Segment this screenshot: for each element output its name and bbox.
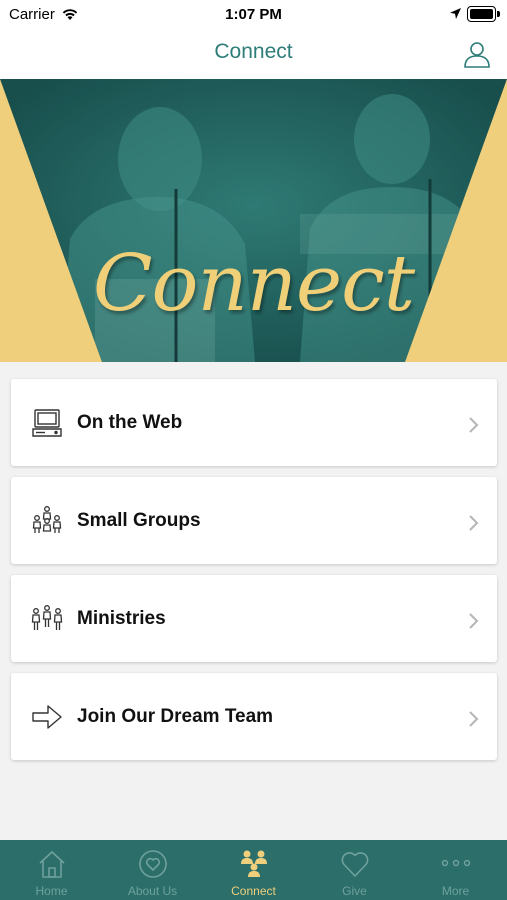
tab-label: Connect xyxy=(231,884,276,898)
chevron-right-icon xyxy=(467,612,479,635)
computer-icon xyxy=(31,407,63,439)
list-item-on-the-web[interactable]: On the Web xyxy=(11,379,497,466)
list-item-join-our-dream-team[interactable]: Join Our Dream Team xyxy=(11,673,497,760)
list-item-label: On the Web xyxy=(77,412,183,433)
home-icon xyxy=(37,849,67,884)
tab-more[interactable]: More xyxy=(405,840,506,900)
list-item-label: Join Our Dream Team xyxy=(77,706,274,727)
connect-people-icon xyxy=(237,849,271,884)
tab-label: Home xyxy=(35,884,68,898)
list-item-label: Ministries xyxy=(77,608,166,629)
tab-label: More xyxy=(441,884,470,898)
more-dots-icon xyxy=(439,849,473,884)
navigation-bar: Connect xyxy=(0,28,507,79)
tab-give[interactable]: Give xyxy=(304,840,405,900)
hero-title: Connect xyxy=(92,239,415,329)
tab-connect[interactable]: Connect xyxy=(203,840,304,900)
arrow-right-icon xyxy=(31,701,63,733)
tab-about-us[interactable]: About Us xyxy=(102,840,203,900)
chevron-right-icon xyxy=(467,710,479,733)
page-title: Connect xyxy=(214,40,293,63)
list-item-small-groups[interactable]: Small Groups xyxy=(11,477,497,564)
list-item-label: Small Groups xyxy=(77,510,201,531)
battery-icon xyxy=(467,6,500,22)
hero-banner: Connect xyxy=(0,79,507,362)
chevron-right-icon xyxy=(467,514,479,537)
small-groups-icon xyxy=(31,505,63,537)
status-time: 1:07 PM xyxy=(225,6,282,23)
list-item-ministries[interactable]: Ministries xyxy=(11,575,497,662)
user-profile-icon[interactable] xyxy=(463,40,491,68)
tab-label: About Us xyxy=(127,884,178,898)
ministries-icon xyxy=(31,603,63,635)
tab-bar: Home About Us Connect Give More xyxy=(0,840,507,900)
location-arrow-icon xyxy=(449,7,462,25)
heart-icon xyxy=(340,849,370,884)
chevron-right-icon xyxy=(467,416,479,439)
status-bar: Carrier 1:07 PM xyxy=(0,0,507,28)
tab-label: Give xyxy=(342,884,367,898)
tab-home[interactable]: Home xyxy=(1,840,102,900)
heart-circle-icon xyxy=(138,849,168,884)
